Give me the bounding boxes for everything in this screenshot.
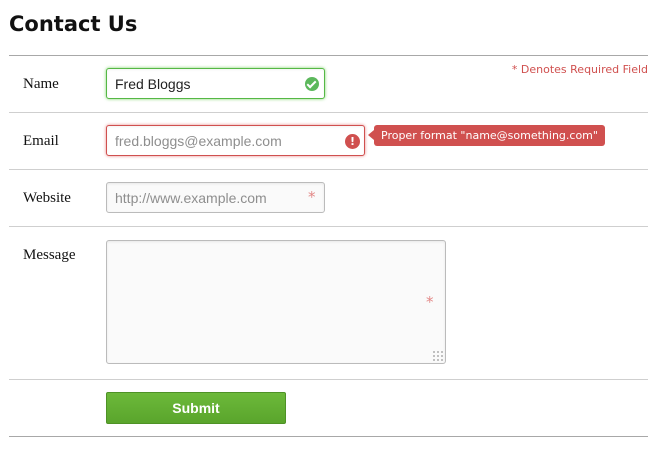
website-input[interactable] (106, 182, 325, 213)
row-divider (9, 226, 648, 227)
row-divider (9, 169, 648, 170)
title-divider (9, 55, 648, 56)
required-field-note: * Denotes Required Field (511, 63, 648, 76)
email-label: Email (23, 133, 59, 149)
message-label: Message (23, 247, 76, 263)
name-input[interactable] (106, 68, 325, 99)
page-title: Contact Us (9, 12, 138, 36)
row-divider (9, 112, 648, 113)
email-error-tooltip: Proper format "name@something.com" (368, 125, 605, 146)
form-bottom-divider (9, 436, 648, 437)
required-star: * (308, 188, 316, 206)
name-label: Name (23, 76, 59, 92)
row-divider (9, 379, 648, 380)
email-input[interactable] (106, 125, 365, 156)
error-circle-icon: ! (345, 134, 360, 149)
resize-grip-icon[interactable] (432, 350, 443, 361)
required-star: * (426, 293, 434, 311)
website-label: Website (23, 190, 71, 206)
submit-button[interactable]: Submit (106, 392, 286, 424)
message-textarea[interactable] (106, 240, 446, 364)
check-circle-icon (305, 77, 319, 91)
